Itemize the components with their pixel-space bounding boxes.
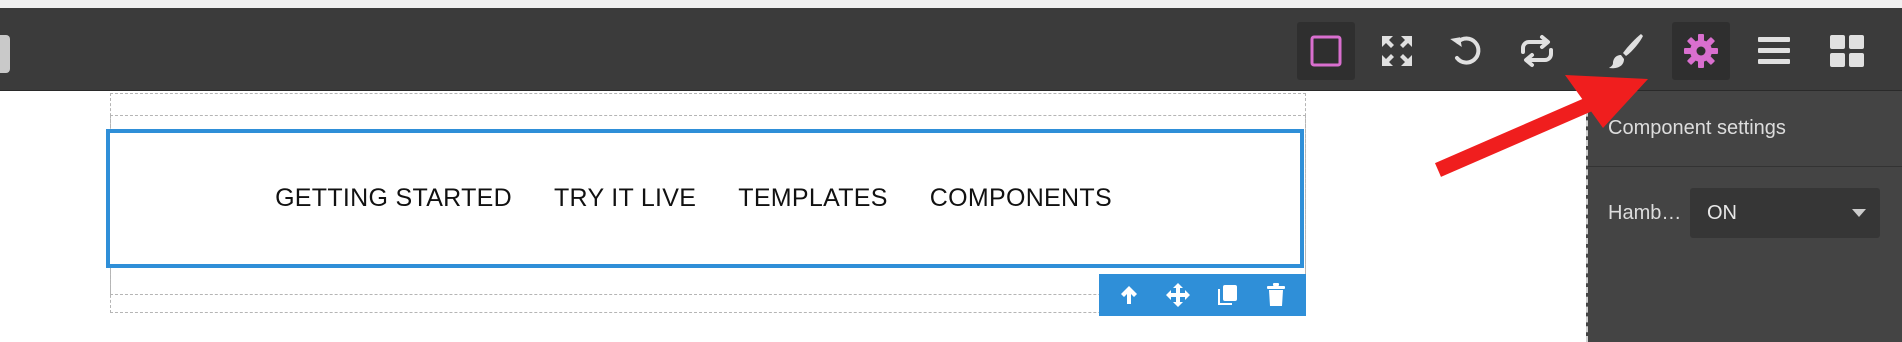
sw-visibility-button[interactable] [1297, 22, 1355, 80]
undo-button[interactable] [1438, 22, 1496, 80]
nav-link-components[interactable]: COMPONENTS [930, 184, 1112, 213]
clone-icon [1217, 285, 1237, 305]
clone-button[interactable] [1211, 279, 1243, 311]
panel-header: Component settings [1588, 91, 1902, 167]
move-icon [1166, 283, 1191, 307]
import-export-button[interactable] [1508, 22, 1566, 80]
layer-manager-button[interactable] [1745, 22, 1803, 80]
blocks-button[interactable] [1818, 22, 1876, 80]
gear-icon [1684, 34, 1718, 68]
move-button[interactable] [1162, 279, 1194, 311]
repeat-arrows-icon [1521, 35, 1553, 67]
trait-row-hamburger: Hamb… ON [1588, 188, 1902, 238]
arrow-up-icon [1121, 286, 1138, 304]
trash-icon [1266, 283, 1285, 306]
square-outline-icon [1310, 35, 1342, 67]
fullscreen-button[interactable] [1368, 22, 1426, 80]
truncated-toolbar-icon[interactable] [0, 35, 10, 73]
bars-icon [1758, 37, 1790, 64]
select-parent-button[interactable] [1113, 279, 1145, 311]
paintbrush-icon [1609, 34, 1643, 69]
nav-link-getting-started[interactable]: GETTING STARTED [275, 184, 512, 213]
panel-title: Component settings [1608, 117, 1786, 139]
grid-icon [1830, 35, 1864, 67]
hamburger-select[interactable]: ON [1690, 188, 1880, 238]
undo-icon [1450, 36, 1481, 65]
component-toolbar [1099, 274, 1306, 316]
nav-link-templates[interactable]: TEMPLATES [738, 184, 888, 213]
trait-manager-panel: Component settings Hamb… ON [1586, 91, 1902, 342]
selected-navbar-component[interactable]: GETTING STARTED TRY IT LIVE TEMPLATES CO… [106, 129, 1304, 268]
delete-button[interactable] [1260, 279, 1292, 311]
trait-label: Hamb… [1608, 201, 1682, 224]
expand-arrows-icon [1382, 36, 1412, 66]
style-manager-button[interactable] [1597, 22, 1655, 80]
caret-down-icon [1852, 209, 1866, 217]
trait-manager-button[interactable] [1672, 22, 1730, 80]
top-toolbar [0, 8, 1902, 91]
editor-canvas[interactable]: GETTING STARTED TRY IT LIVE TEMPLATES CO… [0, 91, 1585, 342]
top-strip [0, 0, 1902, 8]
select-value: ON [1707, 201, 1737, 224]
nav-link-try-it-live[interactable]: TRY IT LIVE [554, 184, 696, 213]
navbar-menu: GETTING STARTED TRY IT LIVE TEMPLATES CO… [275, 184, 1112, 213]
editor-window: GETTING STARTED TRY IT LIVE TEMPLATES CO… [0, 0, 1902, 342]
